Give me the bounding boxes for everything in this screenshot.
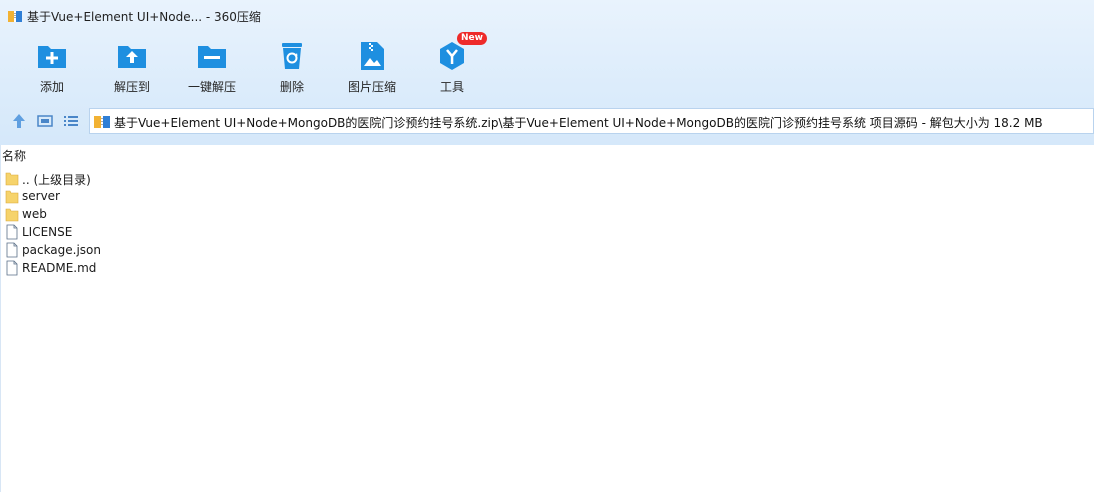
list-view-icon[interactable] [62,112,80,130]
column-header-name[interactable]: 名称 [1,147,26,165]
add-folder-icon [38,46,66,68]
app-window: 基于Vue+Element UI+Node... - 360压缩 添加 解压到 [0,0,1094,492]
address-bar[interactable]: 基于Vue+Element UI+Node+MongoDB的医院门诊预约挂号系统… [89,108,1094,134]
address-path: 基于Vue+Element UI+Node+MongoDB的医院门诊预约挂号系统… [114,116,1043,130]
list-item[interactable]: web [1,205,401,223]
toolbar: 添加 解压到 一键解压 删除 图片压缩 New 工具 [0,32,1094,100]
nav-controls [0,108,88,134]
file-rows: .. (上级目录) server web LICENSE package.jso… [1,169,401,277]
archive-icon [94,116,110,128]
add-label: 添加 [39,80,64,94]
one-click-extract-label: 一键解压 [187,80,236,94]
folder-icon [5,208,19,222]
image-compress-icon [361,42,384,70]
list-item-name: server [22,189,60,203]
list-item[interactable]: LICENSE [1,223,401,241]
delete-label: 删除 [279,80,304,94]
file-icon [6,224,18,240]
up-arrow-icon[interactable] [10,112,28,130]
file-list: 名称 .. (上级目录) server web LICENSE package.… [0,145,1094,492]
thumbnail-view-icon[interactable] [36,112,54,130]
new-badge: New [457,32,487,45]
image-compress-button[interactable]: 图片压缩 [332,36,412,98]
list-item-name: .. (上级目录) [22,173,91,187]
list-item-name: web [22,207,47,221]
extract-to-button[interactable]: 解压到 [92,36,172,98]
trash-icon [282,43,302,69]
title-bar: 基于Vue+Element UI+Node... - 360压缩 [0,0,1094,34]
list-item[interactable]: package.json [1,241,401,259]
archive-app-icon [8,11,22,22]
list-item-name: README.md [22,261,97,275]
delete-button[interactable]: 删除 [252,36,332,98]
list-item[interactable]: server [1,187,401,205]
one-click-extract-button[interactable]: 一键解压 [172,36,252,98]
add-button[interactable]: 添加 [12,36,92,98]
file-icon [6,260,18,276]
list-item-name: package.json [22,243,102,257]
extract-to-icon [118,46,146,68]
list-item[interactable]: .. (上级目录) [1,169,401,187]
tools-label: 工具 [439,80,464,94]
top-chrome: 基于Vue+Element UI+Node... - 360压缩 添加 解压到 [0,0,1094,145]
folder-icon [5,172,19,186]
one-click-extract-icon [198,46,226,68]
image-compress-label: 图片压缩 [347,80,396,94]
window-title: 基于Vue+Element UI+Node... - 360压缩 [27,10,261,24]
file-icon [6,242,18,258]
folder-icon [5,190,19,204]
list-item[interactable]: README.md [1,259,401,277]
tools-button[interactable]: New 工具 [412,32,492,98]
extract-to-label: 解压到 [113,80,150,94]
list-item-name: LICENSE [22,225,73,239]
